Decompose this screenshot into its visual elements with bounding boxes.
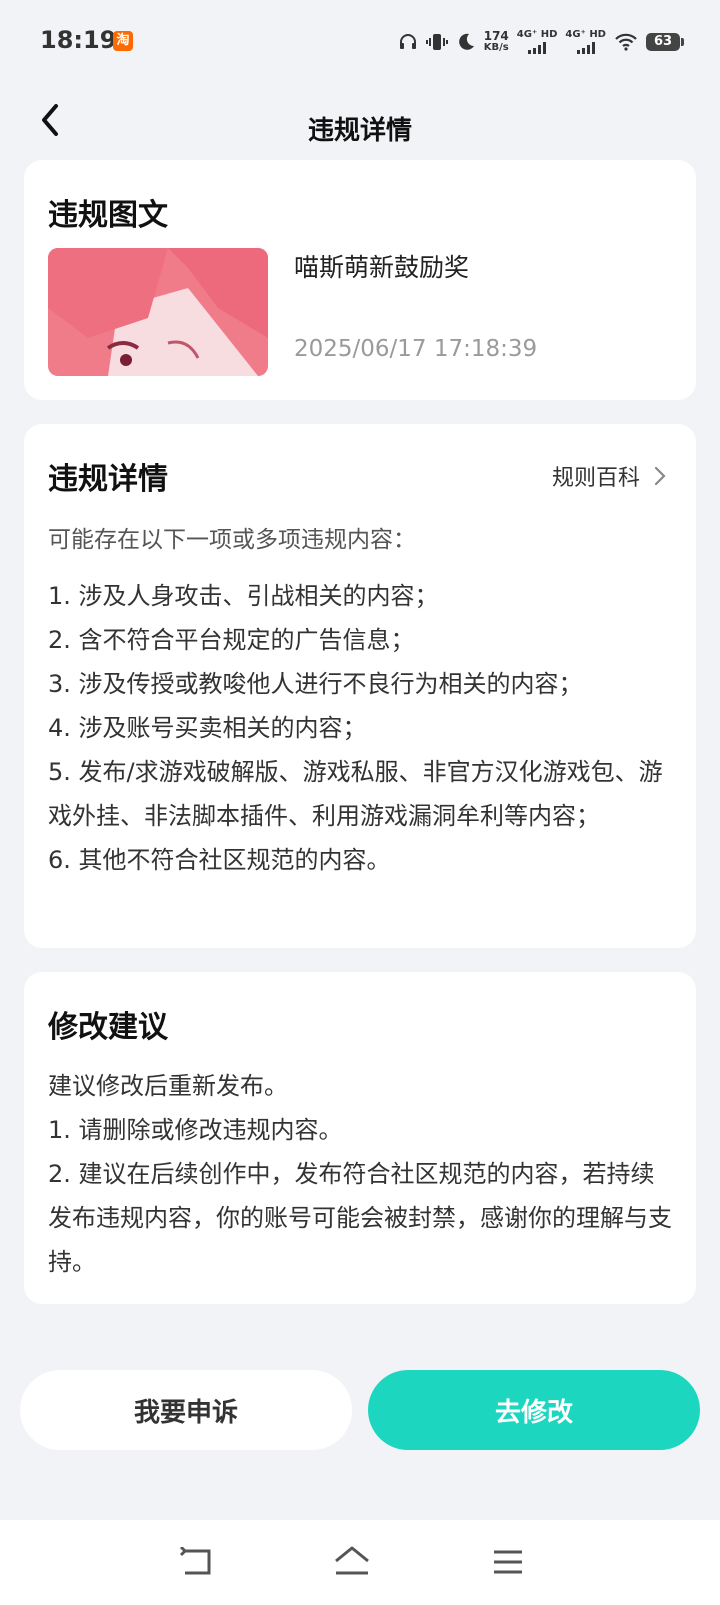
system-nav-bar (0, 1520, 720, 1605)
chevron-right-icon (654, 466, 666, 486)
section-title: 违规详情 (48, 462, 168, 497)
list-item: 5. 发布/求游戏破解版、游戏私服、非官方汉化游戏包、游戏外挂、非法脚本插件、利… (48, 758, 663, 830)
headphones-icon (398, 32, 418, 52)
menu-nav-button[interactable] (488, 1544, 528, 1580)
back-nav-icon (179, 1547, 211, 1575)
post-thumbnail[interactable] (48, 248, 268, 376)
net-speed-unit: KB/s (483, 42, 509, 53)
moon-icon (456, 32, 476, 52)
signal-bars-icon (576, 42, 595, 54)
violation-details-card: 违规详情 规则百科 可能存在以下一项或多项违规内容： 1. 涉及人身攻击、引战相… (24, 424, 696, 948)
section-title: 修改建议 (48, 1010, 168, 1045)
home-nav-button[interactable] (332, 1544, 372, 1580)
page-title: 违规详情 (307, 116, 412, 146)
home-icon (335, 1546, 369, 1575)
network-speed: 174 KB/s (484, 30, 509, 54)
modify-button[interactable]: 去修改 (368, 1370, 700, 1450)
list-item: 6. 其他不符合社区规范的内容。 (48, 846, 391, 874)
signal-2-label: 4G⁺ HD (565, 29, 606, 40)
back-nav-button[interactable] (177, 1544, 217, 1580)
violation-post-card: 违规图文 喵斯萌新鼓励奖 2025/06/17 17:18:39 (24, 160, 696, 400)
menu-icon (494, 1550, 522, 1574)
rules-encyclopedia-link[interactable]: 规则百科 (552, 460, 666, 492)
signal-bars-icon (528, 42, 547, 54)
taobao-icon: 淘 (113, 31, 133, 51)
post-title[interactable]: 喵斯萌新鼓励奖 (294, 248, 469, 284)
appeal-button[interactable]: 我要申诉 (20, 1370, 352, 1450)
wifi-icon (614, 32, 638, 52)
signal-1-label: 4G⁺ HD (516, 29, 558, 40)
cell-signal-2: 4G⁺ HD (565, 30, 606, 54)
list-item: 3. 涉及传授或教唆他人进行不良行为相关的内容； (48, 670, 583, 698)
details-intro: 可能存在以下一项或多项违规内容： (48, 527, 416, 553)
rules-link-label: 规则百科 (551, 466, 640, 491)
suggestion-line: 1. 请删除或修改违规内容。 (48, 1116, 343, 1144)
vibrate-icon (425, 32, 448, 52)
battery-icon: 63 (646, 33, 684, 51)
status-time: 18:19 (40, 26, 117, 54)
section-title: 违规图文 (48, 198, 168, 233)
suggestion-line: 建议修改后重新发布。 (48, 1072, 288, 1100)
post-timestamp: 2025/06/17 17:18:39 (294, 336, 538, 362)
list-item: 2. 含不符合平台规定的广告信息； (48, 626, 415, 654)
status-bar: 18:19 淘 174 KB/s 4G⁺ HD 4G⁺ HD 63 (0, 0, 720, 84)
suggestions-text: 建议修改后重新发布。 1. 请删除或修改违规内容。 2. 建议在后续创作中，发布… (48, 1064, 678, 1284)
list-item: 1. 涉及人身攻击、引战相关的内容； (48, 582, 439, 610)
net-speed-value: 174 (483, 29, 509, 43)
cell-signal-1: 4G⁺ HD (516, 29, 558, 54)
suggestions-card: 修改建议 建议修改后重新发布。 1. 请删除或修改违规内容。 2. 建议在后续创… (24, 972, 696, 1304)
violation-list: 1. 涉及人身攻击、引战相关的内容； 2. 含不符合平台规定的广告信息； 3. … (48, 574, 678, 882)
suggestion-line: 2. 建议在后续创作中，发布符合社区规范的内容，若持续发布违规内容，你的账号可能… (48, 1160, 672, 1276)
list-item: 4. 涉及账号买卖相关的内容； (48, 714, 367, 742)
